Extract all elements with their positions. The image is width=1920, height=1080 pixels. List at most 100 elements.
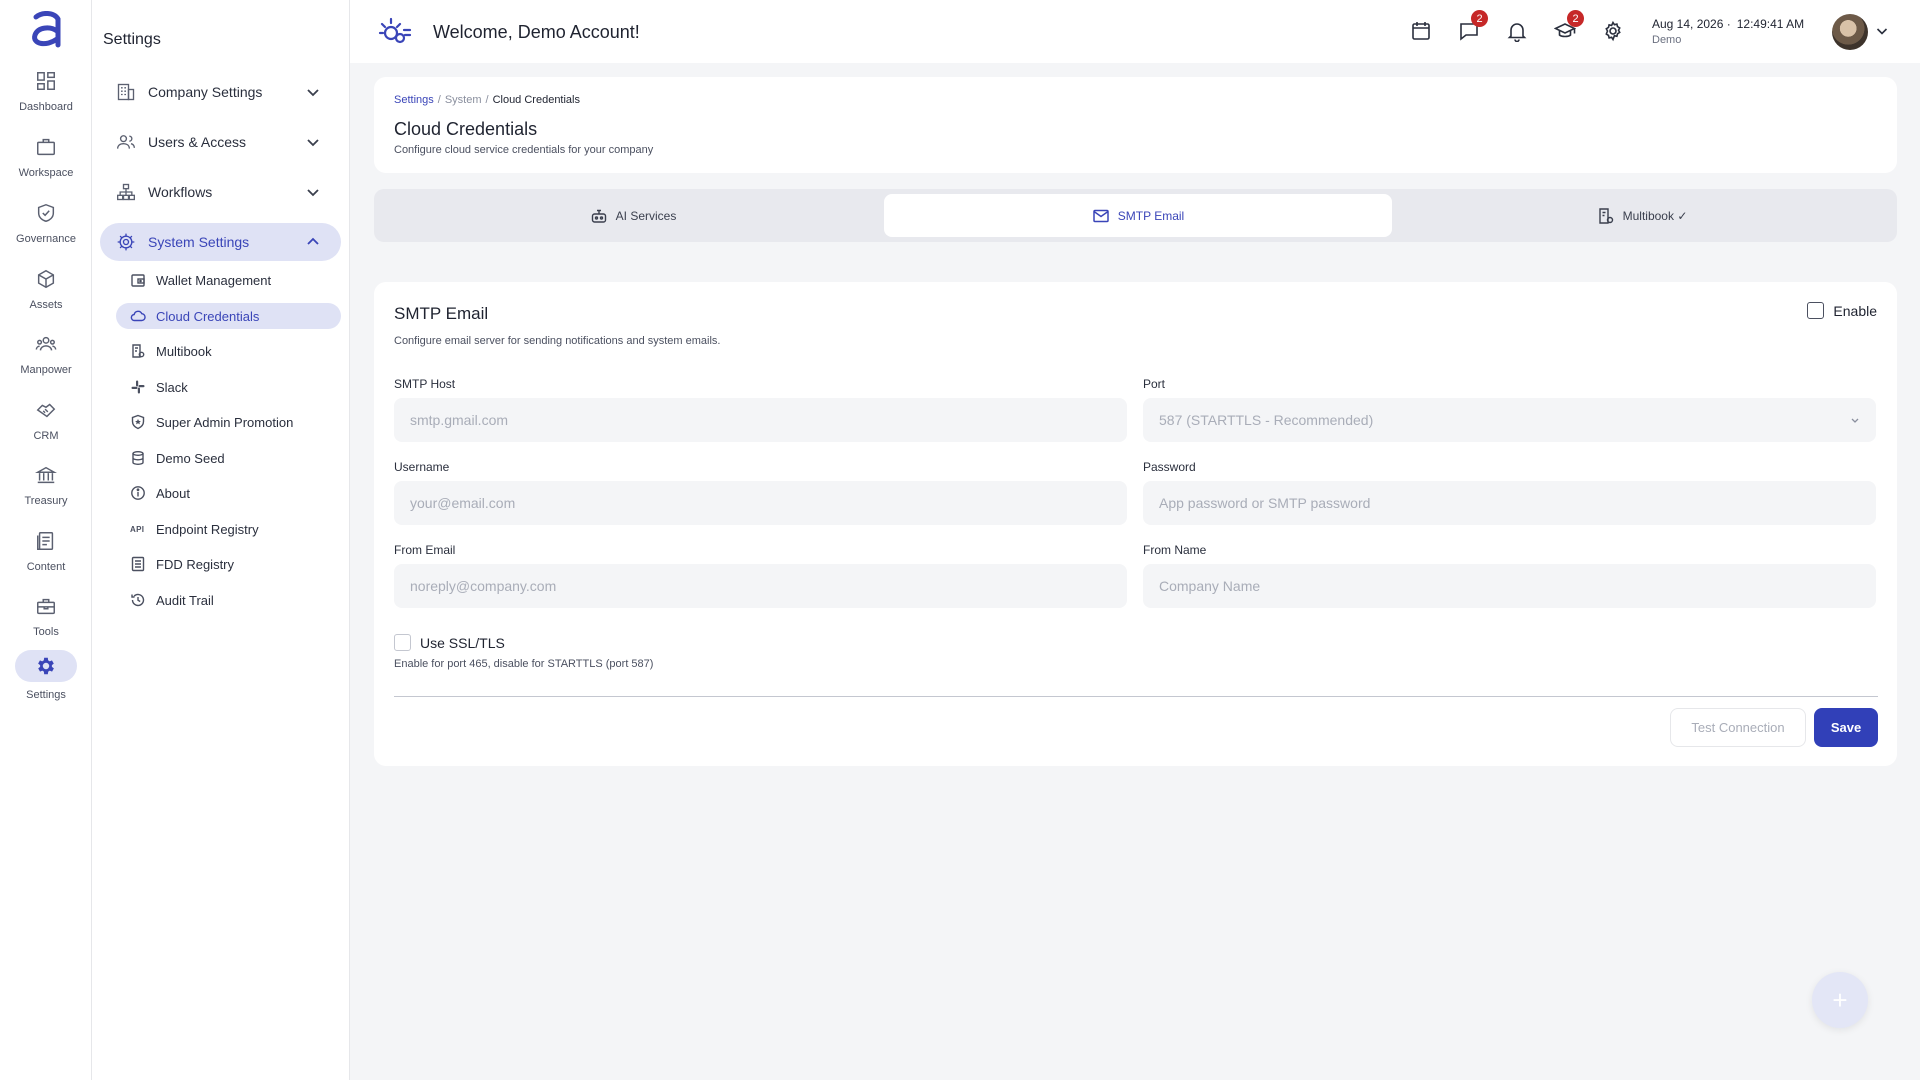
divider <box>394 696 1878 697</box>
ssl-toggle[interactable]: Use SSL/TLS <box>394 634 505 651</box>
breadcrumb-separator: / <box>485 94 489 106</box>
password-input[interactable] <box>1143 481 1876 525</box>
save-button[interactable]: Save <box>1814 708 1878 747</box>
ssl-checkbox[interactable] <box>394 634 411 651</box>
sidebar-item-fdd-registry[interactable]: FDD Registry <box>116 551 341 577</box>
toolbox-icon <box>37 598 55 615</box>
wallet-icon <box>131 274 145 287</box>
datetime: Aug 14, 2026 · 12:49:41 AM <box>1652 17 1804 31</box>
test-connection-button[interactable]: Test Connection <box>1670 708 1806 747</box>
sidebar-group-label: Workflows <box>148 184 213 200</box>
settings-sidebar: Settings Company Settings Users & Access… <box>92 0 350 1080</box>
rail-manpower[interactable]: Manpower <box>0 325 92 387</box>
sidebar-item-label: About <box>156 485 190 501</box>
smtp-email-card: SMTP Email Configure email server for se… <box>374 282 1897 766</box>
slack-icon <box>131 380 145 394</box>
tab-label: AI Services <box>615 208 677 223</box>
enable-checkbox[interactable] <box>1807 302 1825 319</box>
breadcrumb: Settings / System / Cloud Credentials <box>394 94 580 106</box>
sidebar-item-label: Slack <box>156 379 188 395</box>
tab-smtp-email[interactable]: SMTP Email <box>884 194 1392 237</box>
history-icon <box>131 593 145 607</box>
calendar-button[interactable] <box>1410 20 1432 42</box>
chevron-down-icon <box>307 189 319 197</box>
enable-toggle[interactable]: Enable <box>1807 302 1877 319</box>
from-email-input[interactable] <box>394 564 1127 608</box>
rail-settings[interactable]: Settings <box>0 650 92 712</box>
sidebar-group-company-settings[interactable]: Company Settings <box>100 73 341 111</box>
chevron-down-icon[interactable] <box>1875 24 1889 38</box>
rail-assets[interactable]: Assets <box>0 260 92 322</box>
brand-logo-icon[interactable] <box>378 16 412 48</box>
chevron-up-icon <box>307 237 319 245</box>
tab-ai-services[interactable]: AI Services <box>379 194 887 237</box>
sidebar-item-label: Demo Seed <box>156 450 225 466</box>
sidebar-item-super-admin-promotion[interactable]: Super Admin Promotion <box>116 409 341 435</box>
chevron-down-icon <box>1851 418 1859 423</box>
add-fab-button[interactable]: + <box>1812 972 1868 1028</box>
sidebar-item-wallet-management[interactable]: Wallet Management <box>116 267 341 293</box>
settings-button[interactable] <box>1602 20 1624 42</box>
rail-tools[interactable]: Tools <box>0 587 92 649</box>
smtp-title: SMTP Email <box>394 304 489 323</box>
sidebar-title: Settings <box>103 31 161 48</box>
from-email-label: From Email <box>394 543 456 557</box>
rail-label: CRM <box>33 430 59 442</box>
sidebar-item-multibook[interactable]: Multibook <box>116 338 341 364</box>
cube-icon <box>37 269 55 289</box>
app-logo-icon[interactable] <box>28 11 64 49</box>
mail-icon <box>1093 209 1109 222</box>
breadcrumb-settings[interactable]: Settings <box>394 94 434 106</box>
sidebar-group-label: Users & Access <box>148 134 247 150</box>
sidebar-item-about[interactable]: About <box>116 480 341 506</box>
chevron-down-icon <box>307 89 319 97</box>
learning-button[interactable]: 2 <box>1554 10 1584 42</box>
time-text: 12:49:41 AM <box>1736 17 1805 31</box>
rail-dashboard[interactable]: Dashboard <box>0 62 92 124</box>
database-icon <box>132 451 144 466</box>
sidebar-item-endpoint-registry[interactable]: API Endpoint Registry <box>116 516 341 542</box>
sidebar-item-demo-seed[interactable]: Demo Seed <box>116 445 341 471</box>
avatar[interactable] <box>1832 14 1868 50</box>
rail-content[interactable]: Content <box>0 522 92 584</box>
sidebar-item-label: Wallet Management <box>156 272 272 288</box>
smtp-description: Configure email server for sending notif… <box>394 335 721 347</box>
gear-icon <box>117 233 135 251</box>
rail-label: Settings <box>26 689 66 701</box>
username-input[interactable] <box>394 481 1127 525</box>
rail-treasury[interactable]: Treasury <box>0 456 92 518</box>
from-name-input[interactable] <box>1143 564 1876 608</box>
info-icon <box>131 486 145 500</box>
sidebar-item-audit-trail[interactable]: Audit Trail <box>116 587 341 613</box>
rail-workspace[interactable]: Workspace <box>0 128 92 190</box>
sidebar-item-label: Multibook <box>156 343 212 359</box>
messages-button[interactable]: 2 <box>1458 10 1488 42</box>
smtp-host-input[interactable] <box>394 398 1127 442</box>
page-title: Cloud Credentials <box>394 119 538 139</box>
rail-crm[interactable]: CRM <box>0 391 92 453</box>
sidebar-item-label: Audit Trail <box>156 592 214 608</box>
port-select[interactable]: 587 (STARTTLS - Recommended) <box>1143 398 1876 442</box>
sidebar-item-slack[interactable]: Slack <box>116 374 341 400</box>
sidebar-group-workflows[interactable]: Workflows <box>100 173 341 211</box>
username-label: Username <box>394 460 450 474</box>
page-description: Configure cloud service credentials for … <box>394 144 654 156</box>
enable-label: Enable <box>1833 302 1877 319</box>
notifications-button[interactable] <box>1506 20 1528 42</box>
sidebar-item-cloud-credentials[interactable]: Cloud Credentials <box>116 303 341 329</box>
tab-multibook[interactable]: Multibook ✓ <box>1388 194 1896 237</box>
api-icon: API <box>130 524 145 534</box>
sidebar-group-users-access[interactable]: Users & Access <box>100 123 341 161</box>
rail-label: Content <box>26 561 66 573</box>
rail-label: Workspace <box>18 167 74 179</box>
chevron-down-icon <box>307 139 319 147</box>
sidebar-item-label: Endpoint Registry <box>156 521 259 537</box>
sidebar-group-system-settings[interactable]: System Settings <box>100 223 341 261</box>
from-name-label: From Name <box>1143 543 1207 557</box>
gear-icon <box>1605 20 1621 42</box>
welcome-title: Welcome, Demo Account! <box>433 22 640 42</box>
breadcrumb-system[interactable]: System <box>445 94 482 106</box>
user-name: Demo <box>1652 34 1682 46</box>
sidebar-item-label: FDD Registry <box>156 556 235 572</box>
rail-governance[interactable]: Governance <box>0 194 92 256</box>
